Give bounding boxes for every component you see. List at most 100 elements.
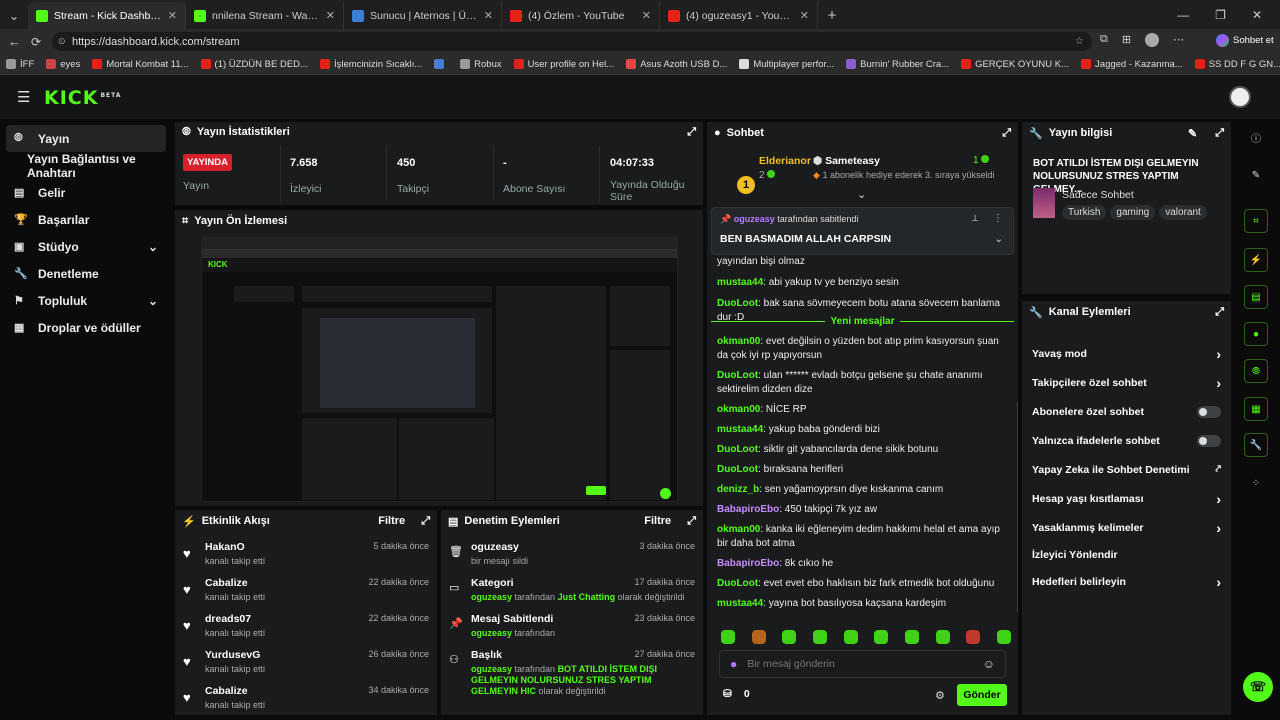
menu-dots-icon[interactable]: ⋯ <box>1173 33 1184 47</box>
preview-video[interactable]: KICK <box>201 237 678 502</box>
chat-username[interactable]: okman00 <box>717 524 760 535</box>
points-icon[interactable]: ⛁ <box>723 688 732 700</box>
chevron-right-icon[interactable]: › <box>1216 346 1221 362</box>
new-tab-icon[interactable]: + <box>818 2 846 29</box>
emote-icon[interactable] <box>843 630 858 644</box>
chat-username[interactable]: BabapiroEbo <box>717 504 779 515</box>
chat-username[interactable]: okman00 <box>717 336 760 347</box>
emote-icon[interactable] <box>874 630 889 644</box>
info-icon[interactable]: ⓘ <box>1244 125 1268 149</box>
send-button[interactable]: Gönder <box>957 684 1007 706</box>
emote-icon[interactable] <box>966 630 981 644</box>
chevron-right-icon[interactable]: › <box>1216 491 1221 507</box>
sidebar-item[interactable]: 🏆 Başarılar <box>0 206 172 233</box>
activity-filter-button[interactable]: Filtre <box>378 515 405 527</box>
channel-action-row[interactable]: Yasaklanmış kelimeler › <box>1022 513 1231 542</box>
pencil-icon[interactable]: ✎ <box>1244 163 1268 187</box>
user-avatar[interactable] <box>1229 86 1251 108</box>
close-window-icon[interactable]: ✕ <box>1252 8 1262 22</box>
stream-tag[interactable]: Turkish <box>1062 205 1107 220</box>
stream-tag[interactable]: gaming <box>1110 205 1156 220</box>
sidebar-item[interactable]: Yayın Bağlantısı ve Anahtarı <box>0 152 172 180</box>
bookmark-item[interactable]: İFF <box>6 59 34 70</box>
external-link-icon[interactable]: ⤤ <box>1215 464 1221 475</box>
copilot-icon[interactable] <box>1216 34 1229 47</box>
browser-tab[interactable]: Stream - Kick Dashboard ✕ <box>28 2 186 29</box>
unpin-icon[interactable]: ⊥ <box>971 213 979 224</box>
sidebar-item[interactable]: ⦾ Yayın <box>6 125 166 152</box>
channel-action-row[interactable]: İzleyici Yönlendir <box>1022 542 1231 567</box>
chevron-down-icon[interactable]: ⌄ <box>148 294 158 308</box>
collapse-chevron-icon[interactable]: ⌄ <box>857 188 866 201</box>
tab-close-icon[interactable]: ✕ <box>800 9 809 22</box>
copilot-label[interactable]: Sohbet et <box>1233 35 1274 46</box>
bookmark-item[interactable]: Burnin' Rubber Cra... <box>846 59 949 70</box>
emote-icon[interactable] <box>721 630 735 644</box>
chat-icon[interactable]: ● <box>1244 322 1268 346</box>
tab-close-icon[interactable]: ✕ <box>484 9 493 22</box>
channel-action-row[interactable]: Yapay Zeka ile Sohbet Denetimi ⤤ <box>1022 455 1231 484</box>
layout-icon[interactable]: ▦ <box>1244 397 1268 421</box>
avatar[interactable] <box>1145 33 1160 47</box>
bookmark-item[interactable]: Multiplayer perfor... <box>739 59 834 70</box>
favorite-star-icon[interactable]: ☆ <box>1075 36 1084 47</box>
expand-pinned-icon[interactable]: ⌄ <box>995 234 1003 245</box>
site-info-icon[interactable]: ⊙ <box>58 36 66 47</box>
message-input[interactable] <box>747 658 973 670</box>
browser-tab[interactable]: Sunucu | Aternos | Ücretsiz Minec ✕ <box>344 2 502 29</box>
dots-icon[interactable]: ⁘ <box>1244 471 1268 495</box>
channel-action-row[interactable]: Hesap yaşı kısıtlaması › <box>1022 484 1231 513</box>
emote-icon[interactable] <box>782 630 797 644</box>
broadcast-icon[interactable]: ⦾ <box>1244 359 1268 383</box>
bookmark-item[interactable]: (1) ÜZDÜN BE DED... <box>200 59 308 70</box>
toggle-switch[interactable] <box>1197 405 1221 418</box>
expand-icon[interactable]: ⤢ <box>687 126 696 139</box>
toggle-switch[interactable] <box>1197 434 1221 447</box>
restore-icon[interactable]: ❐ <box>1215 8 1226 22</box>
bookmark-item[interactable] <box>434 59 448 69</box>
document-icon[interactable]: ▤ <box>1244 285 1268 309</box>
emote-icon[interactable] <box>935 630 950 644</box>
back-icon[interactable]: ← <box>8 34 21 49</box>
chat-username[interactable]: DuoLoot <box>717 464 758 475</box>
reload-icon[interactable]: ⟳ <box>31 35 41 49</box>
chevron-right-icon[interactable]: › <box>1216 520 1221 536</box>
lightning-icon[interactable]: ⚡ <box>1244 248 1268 272</box>
emote-icon[interactable] <box>904 630 919 644</box>
expand-icon[interactable]: ⤢ <box>1215 306 1224 319</box>
chat-username[interactable]: okman00 <box>717 404 760 415</box>
extensions-icon[interactable]: ⧉ <box>1100 33 1108 47</box>
chat-username[interactable]: DuoLoot <box>717 370 758 381</box>
tab-list-icon[interactable]: ⌄ <box>0 2 28 29</box>
browser-tab[interactable]: nnilena Stream - Watch Live on Ki ✕ <box>186 2 344 29</box>
bookmark-item[interactable]: Mortal Kombat 11... <box>92 59 189 70</box>
chat-username[interactable]: DuoLoot <box>717 578 758 589</box>
chat-username[interactable]: mustaa44 <box>717 277 763 288</box>
channel-action-row[interactable]: Yavaş mod › <box>1022 339 1231 368</box>
bookmark-item[interactable]: Robux <box>460 59 502 70</box>
tab-close-icon[interactable]: ✕ <box>642 9 651 22</box>
browser-tab[interactable]: (4) oguzeasy1 - YouTube ✕ <box>660 2 818 29</box>
stream-tag[interactable]: valorant <box>1159 205 1207 220</box>
chat-username[interactable]: mustaa44 <box>717 424 763 435</box>
help-icon[interactable]: ☏ <box>1243 672 1273 702</box>
sidebar-item[interactable]: 🔧 Denetleme <box>0 260 172 287</box>
chat-input[interactable]: ● ☺ <box>719 650 1006 678</box>
browser-tab[interactable]: (4) Özlem - YouTube ✕ <box>502 2 660 29</box>
collections-icon[interactable]: ⊞ <box>1122 33 1131 47</box>
edit-icon[interactable]: ✎ <box>1188 127 1197 140</box>
tab-close-icon[interactable]: ✕ <box>168 9 177 22</box>
expand-icon[interactable]: ⤢ <box>1002 127 1011 140</box>
emote-icon[interactable] <box>812 630 827 644</box>
sidebar-item[interactable]: ⚑ Topluluk ⌄ <box>0 287 172 314</box>
chat-settings-icon[interactable]: ⚙ <box>935 689 945 702</box>
kick-logo[interactable]: KICK BETA <box>44 87 121 109</box>
chat-username[interactable]: BabapiroEbo <box>717 558 779 569</box>
emoji-icon[interactable]: ☺ <box>983 657 995 671</box>
channel-action-row[interactable]: Takipçilere özel sohbet › <box>1022 368 1231 397</box>
chat-username[interactable]: mustaa44 <box>717 598 763 609</box>
emote-icon[interactable] <box>996 630 1011 644</box>
sidebar-item[interactable]: ▤ Gelir <box>0 179 172 206</box>
chat-username[interactable]: DuoLoot <box>717 444 758 455</box>
chat-username[interactable]: denizz_b <box>717 484 759 495</box>
